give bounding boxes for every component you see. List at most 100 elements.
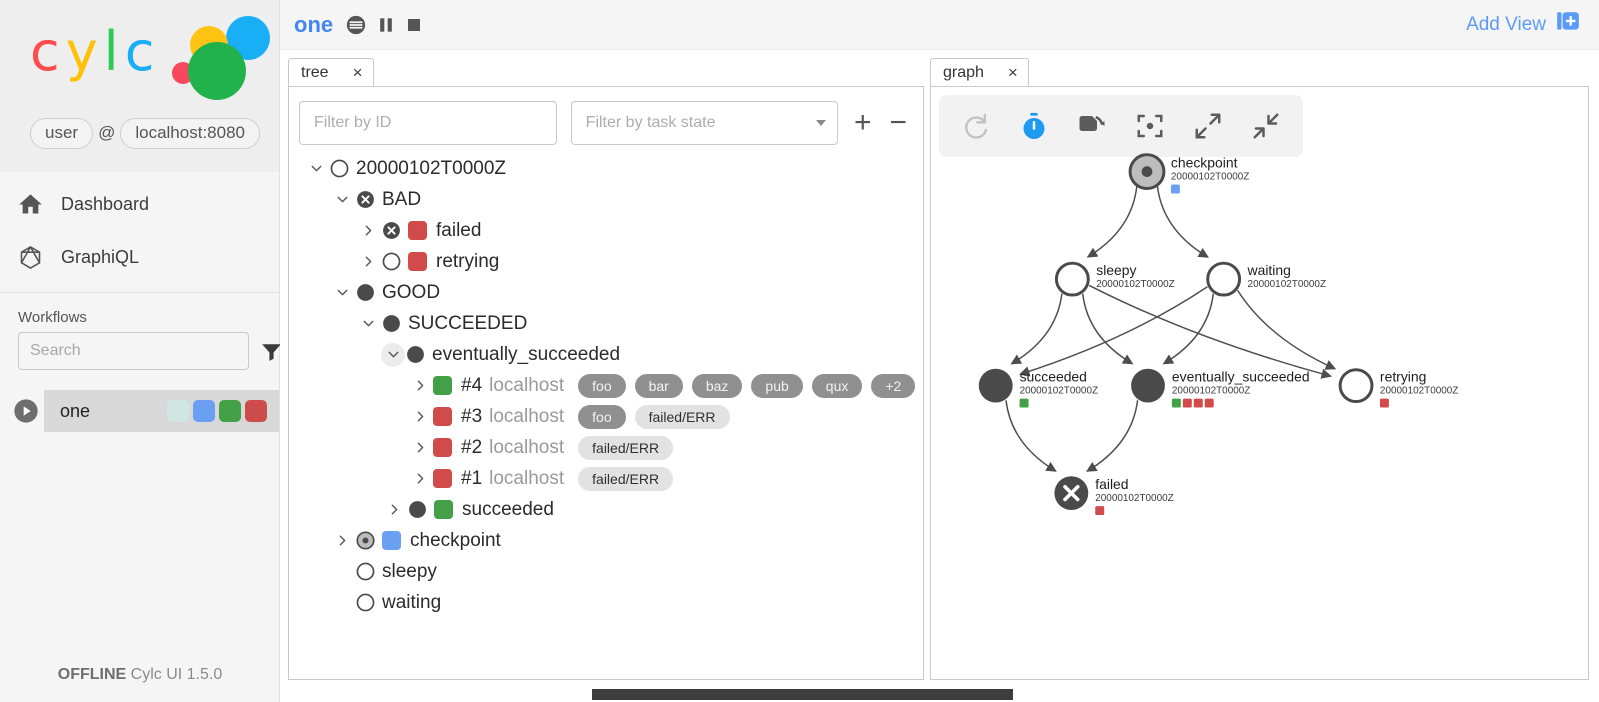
job-output-chip[interactable]: failed/ERR — [634, 404, 730, 429]
task-succeeded-dot-icon — [381, 313, 402, 334]
job-output-chips: failed/ERR — [578, 466, 674, 491]
tree-row[interactable]: BAD — [295, 184, 923, 215]
task-succeeded-dot-icon — [1131, 368, 1165, 403]
pause-icon[interactable] — [376, 15, 396, 35]
graph-node[interactable]: succeeded20000102T0000Z — [978, 369, 1098, 408]
tree-row[interactable]: checkpoint — [295, 525, 923, 556]
chevron-right-icon[interactable] — [329, 532, 355, 549]
tree-row[interactable]: succeeded — [295, 494, 923, 525]
graph-node-cycle: 20000102T0000Z — [1171, 172, 1249, 183]
tree-row-label: waiting — [382, 591, 442, 613]
stop-icon[interactable] — [405, 16, 423, 34]
graph-node-job-square — [1379, 398, 1389, 408]
chevron-right-icon[interactable] — [407, 377, 433, 394]
job-output-chip[interactable]: qux — [811, 373, 863, 398]
tree-row[interactable]: 20000102T0000Z — [295, 153, 923, 184]
tree-row-label: BAD — [382, 188, 422, 210]
job-output-chip[interactable]: bar — [634, 373, 683, 398]
filter-by-task-state-input[interactable] — [570, 101, 838, 145]
filter-by-task-state-wrap — [570, 101, 838, 145]
tree-row-label: eventually_succeeded — [432, 343, 621, 365]
graph-node[interactable]: waiting20000102T0000Z — [1206, 261, 1326, 297]
sidebar-item-graphiql[interactable]: GraphiQL — [0, 231, 279, 284]
chevron-down-icon[interactable] — [381, 342, 405, 367]
chevron-down-icon[interactable] — [355, 315, 381, 332]
workflow-title[interactable]: one — [294, 12, 333, 38]
job-output-chips: foo failed/ERR — [578, 404, 730, 429]
tree-row[interactable]: #3 localhost foo failed/ERR — [295, 401, 923, 432]
job-state-square — [433, 469, 452, 488]
tree-row[interactable]: retrying — [295, 246, 923, 277]
sidebar-item-dashboard[interactable]: Dashboard — [0, 178, 279, 231]
tree-row[interactable]: waiting — [295, 587, 923, 618]
filter-by-id-input[interactable] — [299, 101, 557, 145]
user-pill: user — [30, 118, 94, 149]
chevron-down-icon[interactable] — [329, 191, 355, 208]
workflow-controls — [345, 14, 423, 36]
job-output-chip[interactable]: +2 — [871, 373, 916, 398]
sidebar: cylc user @ localhost:8080 Dashboard Gra… — [0, 0, 281, 702]
tree-row[interactable]: #4 localhost foo bar baz pub qux +2 — [295, 370, 923, 401]
graph-node[interactable]: sleepy20000102T0000Z — [1054, 261, 1175, 297]
graph-edge — [1088, 284, 1332, 379]
tree-row[interactable]: SUCCEEDED — [295, 308, 923, 339]
workflow-toolbar: one Add View — [280, 0, 1599, 50]
tree-row[interactable]: eventually_succeeded — [295, 339, 923, 370]
workflow-row-body[interactable]: one — [44, 390, 279, 432]
graph-canvas[interactable]: checkpoint20000102T0000Z sleepy20000102T0… — [931, 87, 1588, 680]
graph-node-job-square — [1171, 398, 1181, 408]
job-output-chip[interactable]: failed/ERR — [578, 466, 674, 491]
expand-all-button[interactable]: + — [852, 108, 874, 138]
job-state-square — [382, 531, 401, 550]
chevron-right-icon[interactable] — [407, 408, 433, 425]
host-pill: localhost:8080 — [120, 118, 260, 149]
workflow-search-input[interactable] — [18, 332, 249, 370]
chevron-down-icon[interactable] — [329, 284, 355, 301]
tree-filter-row: + − — [289, 87, 923, 151]
horizontal-scrollbar[interactable] — [592, 689, 1013, 700]
cylc-logo[interactable]: cylc — [30, 14, 270, 100]
graph-node[interactable]: retrying20000102T0000Z — [1338, 368, 1458, 408]
add-view-button[interactable]: Add View — [1466, 9, 1581, 41]
task-waiting-circle-icon — [381, 251, 402, 272]
chevron-right-icon[interactable] — [381, 501, 407, 518]
tree-row[interactable]: failed — [295, 215, 923, 246]
tab-graph-close-icon[interactable]: × — [1008, 64, 1018, 81]
task-waiting-circle-icon — [355, 592, 376, 613]
graph-node[interactable]: checkpoint20000102T0000Z — [1128, 153, 1249, 194]
job-output-chips: foo bar baz pub qux +2 — [578, 373, 916, 398]
tree-row[interactable]: GOOD — [295, 277, 923, 308]
tab-graph[interactable]: graph × — [930, 58, 1029, 86]
job-state-square — [433, 376, 452, 395]
chevron-right-icon[interactable] — [355, 222, 381, 239]
hamburger-circle-icon[interactable] — [345, 14, 367, 36]
job-output-chip[interactable]: foo — [578, 373, 626, 398]
task-waiting-circle-icon — [329, 158, 350, 179]
chevron-down-icon[interactable] — [303, 160, 329, 177]
graph-node-name: waiting — [1247, 262, 1291, 278]
chevron-right-icon[interactable] — [407, 439, 433, 456]
task-running-target-icon — [1128, 153, 1166, 191]
graph-node[interactable]: failed20000102T0000Z — [1054, 476, 1174, 516]
view-panes: tree × + − 20000102T0000ZBADfaile — [280, 50, 1599, 702]
tree-row[interactable]: #1 localhost failed/ERR — [295, 463, 923, 494]
job-output-chip[interactable]: failed/ERR — [578, 435, 674, 460]
job-output-chip[interactable]: foo — [578, 404, 626, 429]
graph-node-cycle: 20000102T0000Z — [1020, 386, 1098, 397]
tree-row[interactable]: sleepy — [295, 556, 923, 587]
chevron-right-icon[interactable] — [355, 253, 381, 270]
graph-node[interactable]: eventually_succeeded20000102T0000Z — [1131, 369, 1310, 408]
tab-tree-close-icon[interactable]: × — [353, 64, 363, 81]
collapse-all-button[interactable]: − — [887, 108, 909, 138]
job-state-square — [434, 500, 453, 519]
chevron-right-icon[interactable] — [407, 470, 433, 487]
tree-row[interactable]: #2 localhost failed/ERR — [295, 432, 923, 463]
workflow-list-item-one[interactable]: one — [0, 390, 279, 432]
job-output-chip[interactable]: pub — [751, 373, 803, 398]
task-waiting-circle-icon — [1054, 261, 1090, 297]
tab-tree[interactable]: tree × — [288, 58, 374, 86]
play-circle-icon[interactable] — [8, 397, 44, 425]
graph-node-job-square — [1182, 398, 1192, 408]
job-output-chip[interactable]: baz — [691, 373, 743, 398]
graph-edge — [1162, 293, 1215, 365]
